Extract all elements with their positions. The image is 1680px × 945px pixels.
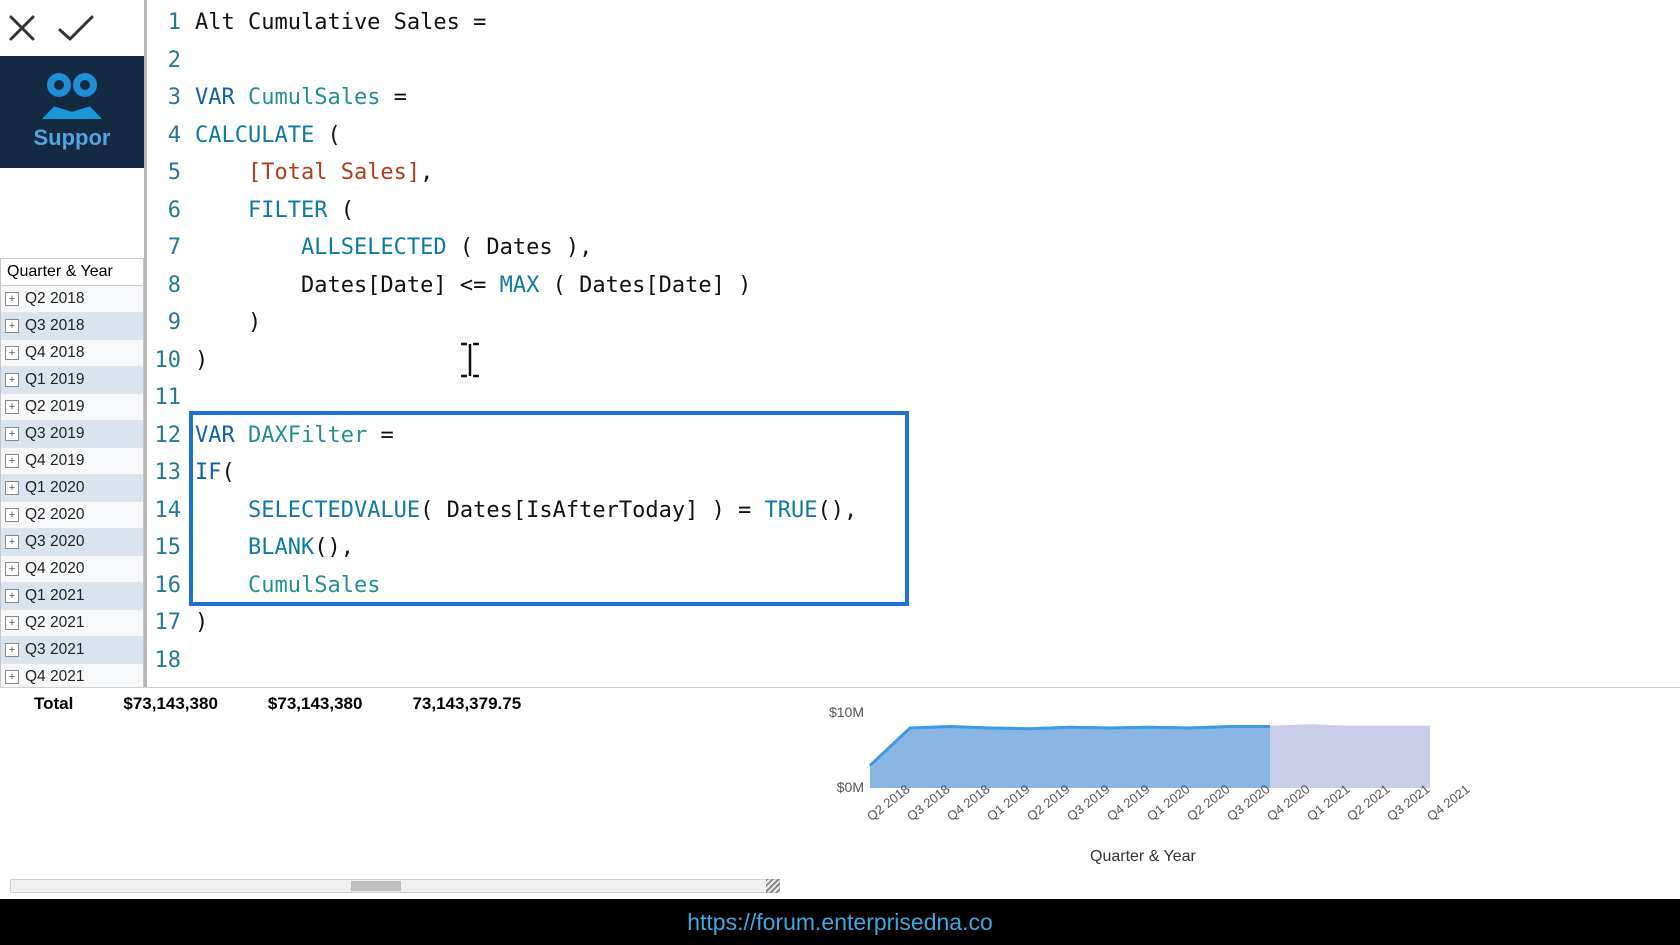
- slicer-row[interactable]: + Q2 2019: [1, 394, 143, 421]
- cancel-icon[interactable]: [6, 12, 38, 44]
- totals-label: Total: [34, 694, 73, 714]
- slicer-body[interactable]: + Q2 2018 + Q3 2018 + Q4 2018 + Q1 2019 + Q2 2019…: [1, 286, 143, 691]
- chart-x-axis-title: Quarter & Year: [1090, 848, 1196, 866]
- footer-bar: https://forum.enterprisedna.co: [0, 899, 1680, 945]
- slicer-row[interactable]: + Q4 2018: [1, 340, 143, 367]
- code-line[interactable]: FILTER (: [195, 192, 1680, 230]
- slicer-row-label: Q4 2020: [25, 560, 84, 578]
- slicer-row[interactable]: + Q1 2019: [1, 367, 143, 394]
- slicer-row-label: Q3 2019: [25, 425, 84, 443]
- expand-icon[interactable]: +: [5, 400, 19, 414]
- hands-icon: [42, 101, 102, 119]
- main-area: Suppor Quarter & Year + Q2 2018 + Q3 2018 + Q…: [0, 0, 1680, 899]
- slicer-row-label: Q3 2018: [25, 317, 84, 335]
- slicer-row[interactable]: + Q4 2020: [1, 556, 143, 583]
- totals-value-1: $73,143,380: [123, 694, 218, 714]
- totals-value-3: 73,143,379.75: [412, 694, 521, 714]
- code-line[interactable]: Dates[Date] <= MAX ( Dates[Date] ): [195, 267, 1680, 305]
- totals-row: Total $73,143,380 $73,143,380 73,143,379…: [0, 688, 780, 899]
- slicer-row[interactable]: + Q1 2020: [1, 475, 143, 502]
- code-line[interactable]: [Total Sales],: [195, 154, 1680, 192]
- totals-value-2: $73,143,380: [268, 694, 363, 714]
- code-line[interactable]: ): [195, 604, 1680, 642]
- expand-icon[interactable]: +: [5, 373, 19, 387]
- slicer-row-label: Q1 2020: [25, 479, 84, 497]
- formula-action-bar: [0, 0, 144, 56]
- expand-icon[interactable]: +: [5, 508, 19, 522]
- slicer-row-label: Q1 2019: [25, 371, 84, 389]
- chart-area[interactable]: $0M$10MQ2 2018Q3 2018Q4 2018Q1 2019Q2 20…: [780, 688, 1680, 899]
- code-line[interactable]: ALLSELECTED ( Dates ),: [195, 229, 1680, 267]
- expand-icon[interactable]: +: [5, 670, 19, 684]
- slicer-row[interactable]: + Q3 2018: [1, 313, 143, 340]
- slicer-row-label: Q2 2021: [25, 614, 84, 632]
- slicer-row-label: Q2 2019: [25, 398, 84, 416]
- slicer-row[interactable]: + Q1 2021: [1, 583, 143, 610]
- h-scrollbar[interactable]: [10, 879, 780, 893]
- code-line[interactable]: CumulSales: [195, 567, 1680, 605]
- code-line[interactable]: ): [195, 304, 1680, 342]
- slicer-row[interactable]: + Q3 2021: [1, 637, 143, 664]
- slicer-row-label: Q3 2020: [25, 533, 84, 551]
- logo-label: Suppor: [34, 125, 111, 151]
- code-line[interactable]: [195, 42, 1680, 80]
- slicer-row[interactable]: + Q4 2019: [1, 448, 143, 475]
- code-line[interactable]: IF(: [195, 454, 1680, 492]
- slicer-row-label: Q3 2021: [25, 641, 84, 659]
- expand-icon[interactable]: +: [5, 292, 19, 306]
- slicer-header: Quarter & Year: [1, 259, 143, 286]
- slicer-row[interactable]: + Q2 2018: [1, 286, 143, 313]
- expand-icon[interactable]: +: [5, 481, 19, 495]
- commit-icon[interactable]: [56, 12, 96, 44]
- bottom-strip: Total $73,143,380 $73,143,380 73,143,379…: [0, 687, 1680, 899]
- code-line[interactable]: ): [195, 342, 1680, 380]
- slicer-quarter-year[interactable]: Quarter & Year +Q2 2018+Q3 2018+Q4 2018+…: [0, 258, 144, 692]
- logo-tile: Suppor: [0, 56, 144, 168]
- expand-icon[interactable]: +: [5, 562, 19, 576]
- expand-icon[interactable]: +: [5, 535, 19, 549]
- resize-grip-icon[interactable]: [766, 879, 780, 893]
- code-line[interactable]: [195, 379, 1680, 417]
- code-line[interactable]: BLANK(),: [195, 529, 1680, 567]
- code-line[interactable]: SELECTEDVALUE( Dates[IsAfterToday] ) = T…: [195, 492, 1680, 530]
- h-scrollbar-thumb[interactable]: [351, 881, 401, 891]
- slicer-row-label: Q2 2018: [25, 290, 84, 308]
- code-line[interactable]: [195, 642, 1680, 680]
- code-line[interactable]: Alt Cumulative Sales =: [195, 4, 1680, 42]
- code-line[interactable]: VAR CumulSales =: [195, 79, 1680, 117]
- gears-icon: [47, 73, 97, 97]
- footer-url: https://forum.enterprisedna.co: [687, 909, 993, 936]
- code-content[interactable]: Alt Cumulative Sales = VAR CumulSales =C…: [195, 4, 1680, 679]
- expand-icon[interactable]: +: [5, 643, 19, 657]
- slicer-row-label: Q4 2018: [25, 344, 84, 362]
- expand-icon[interactable]: +: [5, 346, 19, 360]
- slicer-row-label: Q1 2021: [25, 587, 84, 605]
- slicer-row-label: Q4 2021: [25, 668, 84, 686]
- slicer-row[interactable]: + Q2 2020: [1, 502, 143, 529]
- slicer-row[interactable]: + Q3 2020: [1, 529, 143, 556]
- expand-icon[interactable]: +: [5, 454, 19, 468]
- expand-icon[interactable]: +: [5, 616, 19, 630]
- slicer-row-label: Q4 2019: [25, 452, 84, 470]
- slicer-row[interactable]: + Q3 2019: [1, 421, 143, 448]
- code-line[interactable]: CALCULATE (: [195, 117, 1680, 155]
- expand-icon[interactable]: +: [5, 319, 19, 333]
- expand-icon[interactable]: +: [5, 589, 19, 603]
- slicer-row-label: Q2 2020: [25, 506, 84, 524]
- slicer-row[interactable]: + Q2 2021: [1, 610, 143, 637]
- code-line[interactable]: VAR DAXFilter =: [195, 417, 1680, 455]
- chart-plot: [780, 688, 1450, 798]
- expand-icon[interactable]: +: [5, 427, 19, 441]
